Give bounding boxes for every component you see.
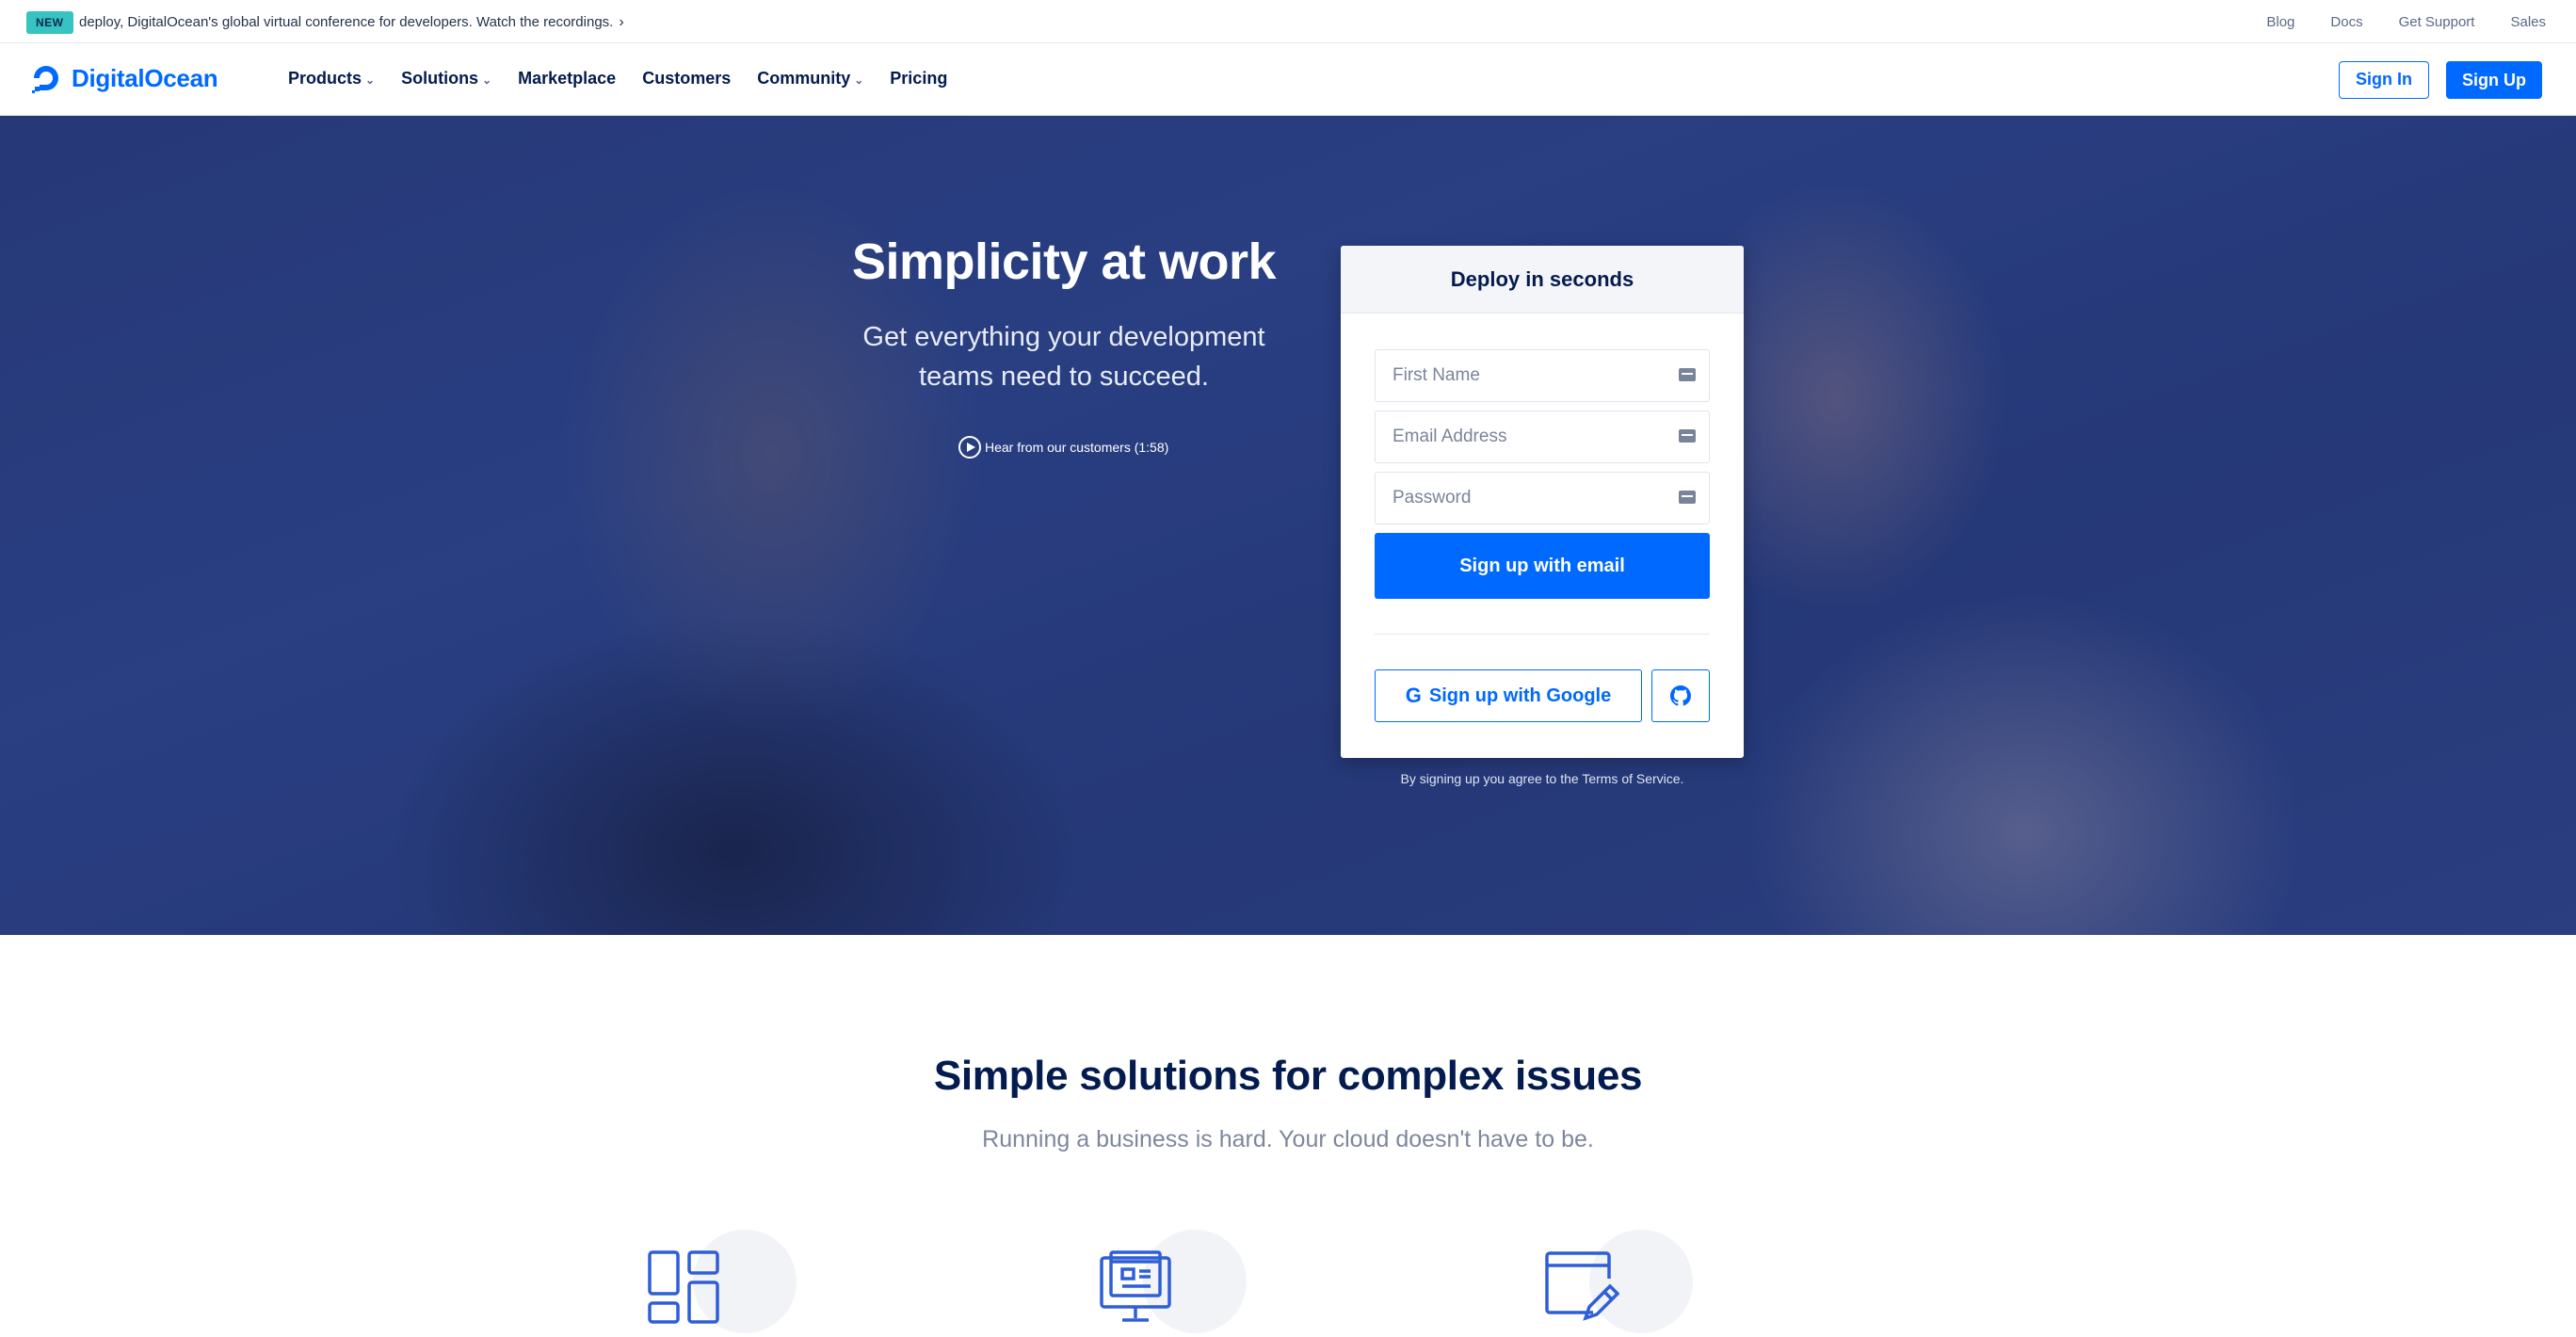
feature-item: [1098, 1224, 1248, 1337]
nav-item-label: Community: [757, 69, 851, 88]
password-field[interactable]: [1375, 472, 1710, 524]
play-circle-icon: [958, 436, 981, 459]
nav-item-label: Pricing: [890, 69, 948, 88]
top-link-sales[interactable]: Sales: [2510, 11, 2546, 34]
autofill-icon[interactable]: [1679, 368, 1696, 381]
nav-menu: Products ⌄ Solutions ⌄ Marketplace Custome…: [288, 69, 947, 89]
digitalocean-logo-icon: [32, 66, 58, 93]
autofill-icon[interactable]: [1679, 491, 1696, 504]
divider: [1375, 634, 1710, 635]
logo-text: DigitalOcean: [72, 63, 218, 92]
sign-up-email-button[interactable]: Sign up with email: [1375, 533, 1710, 599]
announcement-link[interactable]: deploy, DigitalOcean's global virtual co…: [79, 11, 624, 34]
announcement-bar: NEW deploy, DigitalOcean's global virtua…: [0, 0, 2576, 43]
signup-card: Deploy in seconds Sign up with email G S…: [1341, 246, 1744, 758]
announcement-text: deploy, DigitalOcean's global virtual co…: [79, 14, 614, 30]
hero-title: Simplicity at work: [851, 234, 1277, 290]
nav-item-label: Marketplace: [518, 69, 617, 88]
logo[interactable]: DigitalOcean: [30, 62, 218, 94]
new-badge: NEW: [26, 11, 73, 34]
top-link-docs[interactable]: Docs: [2330, 11, 2362, 34]
feature-item: [1544, 1224, 1695, 1337]
sign-up-github-button[interactable]: [1651, 669, 1710, 722]
nav-item-customers[interactable]: Customers: [642, 69, 731, 89]
section-title: Simple solutions for complex issues: [933, 1053, 1643, 1099]
nav-item-label: Customers: [642, 69, 732, 88]
google-icon: G: [1405, 684, 1422, 707]
section-subtitle: Running a business is hard. Your cloud d…: [982, 1126, 1594, 1152]
nav-item-community[interactable]: Community ⌄: [757, 69, 863, 89]
github-icon: [1670, 685, 1691, 706]
nav-item-marketplace[interactable]: Marketplace: [518, 69, 616, 89]
email-field[interactable]: [1375, 411, 1710, 463]
sign-up-button[interactable]: Sign Up: [2446, 61, 2542, 99]
first-name-field[interactable]: [1375, 349, 1710, 402]
sign-up-google-button[interactable]: G Sign up with Google: [1375, 669, 1642, 722]
chevron-down-icon: ⌄: [854, 72, 864, 87]
sign-up-google-label: Sign up with Google: [1428, 685, 1612, 706]
terms-text: By signing up you agree to the Terms of …: [1400, 771, 1684, 786]
nav-item-products[interactable]: Products ⌄: [288, 69, 375, 89]
signup-card-heading: Deploy in seconds: [1341, 246, 1744, 314]
monitor-browser-icon: [1100, 1250, 1171, 1322]
top-links: Blog Docs Get Support Sales: [2266, 11, 2546, 34]
sign-in-button[interactable]: Sign In: [2339, 61, 2429, 99]
hero-section: Simplicity at work Get everything your d…: [0, 116, 2576, 935]
nav-item-solutions[interactable]: Solutions ⌄: [401, 69, 491, 89]
first-name-input[interactable]: [1376, 350, 1658, 401]
dashboard-grid-icon: [648, 1250, 719, 1324]
nav-item-label: Products: [288, 69, 362, 88]
nav-item-pricing[interactable]: Pricing: [890, 69, 947, 89]
main-nav: DigitalOcean Products ⌄ Solutions ⌄ Market…: [0, 44, 2576, 116]
edit-window-icon: [1545, 1251, 1619, 1321]
autofill-icon[interactable]: [1679, 429, 1696, 443]
feature-item: [648, 1224, 798, 1337]
email-input[interactable]: [1376, 411, 1658, 462]
nav-item-label: Solutions: [401, 69, 479, 88]
chevron-right-icon: ›: [619, 14, 624, 30]
hero-video-link[interactable]: Hear from our customers (1:58): [958, 436, 1168, 459]
hero-subtitle: Get everything your development teams ne…: [862, 322, 1265, 392]
chevron-down-icon: ⌄: [482, 72, 492, 87]
top-link-get-support[interactable]: Get Support: [2399, 11, 2475, 34]
chevron-down-icon: ⌄: [365, 72, 376, 87]
top-link-blog[interactable]: Blog: [2266, 11, 2294, 34]
password-input[interactable]: [1376, 473, 1658, 524]
hero-video-label: Hear from our customers (1:58): [985, 440, 1169, 455]
